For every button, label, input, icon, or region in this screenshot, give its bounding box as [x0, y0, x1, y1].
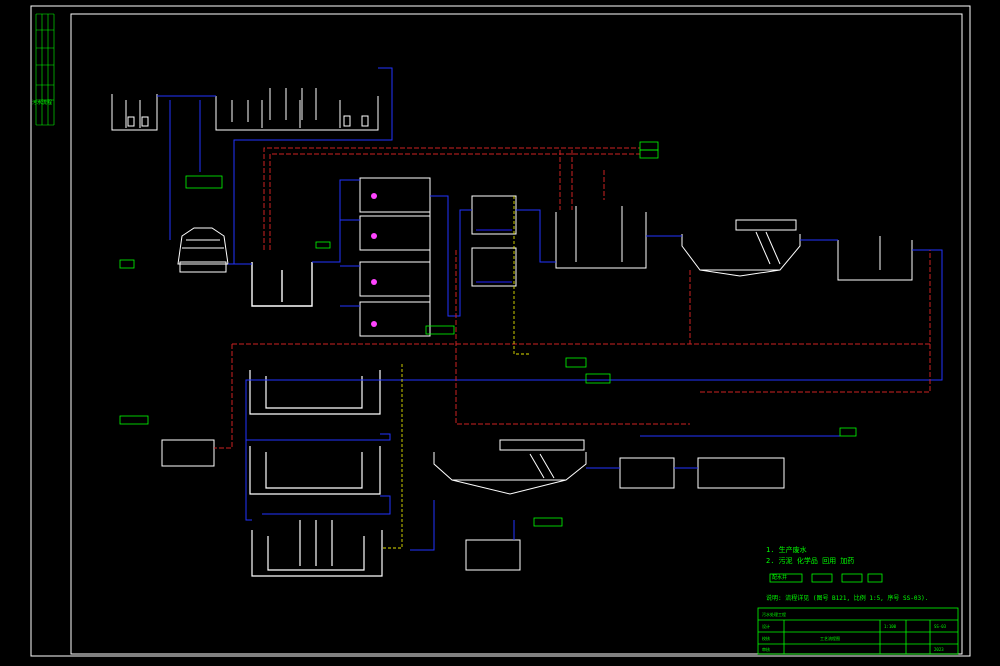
clarifier-lower: [433, 439, 587, 495]
collection-well: [251, 262, 313, 307]
water-lines: [157, 67, 943, 551]
title-project: 污水处理工程: [762, 612, 786, 617]
notes-heading-1: 1. 生产废水: [766, 546, 807, 554]
clarifier-upper: [681, 219, 801, 277]
sump-lower: [465, 539, 521, 571]
sludge-thickener-b: [249, 446, 381, 495]
title-date: 2023: [934, 647, 944, 652]
title-drawing-no: SS-03: [934, 624, 947, 629]
green-tags: [119, 141, 857, 527]
flow-box-label: 配水井: [772, 575, 788, 581]
title-approver: 审核: [762, 647, 770, 652]
legend-line: 说明: 流程详见 (图号 B121, 比例 1:5, 序号 SS-03).: [766, 595, 929, 602]
inlet-screen-well: [111, 94, 158, 131]
side-label: 污水流程: [32, 100, 53, 106]
reaction-tank: [555, 206, 647, 269]
product-tanks: [619, 457, 785, 489]
reactor-bank: [359, 177, 431, 337]
title-checker: 校核: [762, 636, 770, 641]
sludge-thickener-a: [249, 370, 381, 415]
sludge-lines: [214, 147, 932, 449]
process-flow-diagram: [30, 5, 971, 657]
sand-filters: [471, 195, 517, 287]
clear-water-tank: [837, 236, 913, 281]
notes-heading-2: 2. 污泥 化学品 回用 加药: [766, 557, 855, 565]
title-block: [757, 607, 959, 655]
sludge-storage: [251, 520, 383, 577]
cooling-tower: [177, 227, 229, 273]
binding-strip: [35, 13, 55, 126]
title-drawing: 工艺流程图: [820, 636, 840, 641]
title-designer: 设计: [762, 624, 770, 629]
small-tank-left: [161, 439, 215, 467]
regulating-tank: [215, 88, 379, 131]
title-scale: 1:100: [884, 624, 897, 629]
dosing-pumps: [371, 193, 377, 327]
